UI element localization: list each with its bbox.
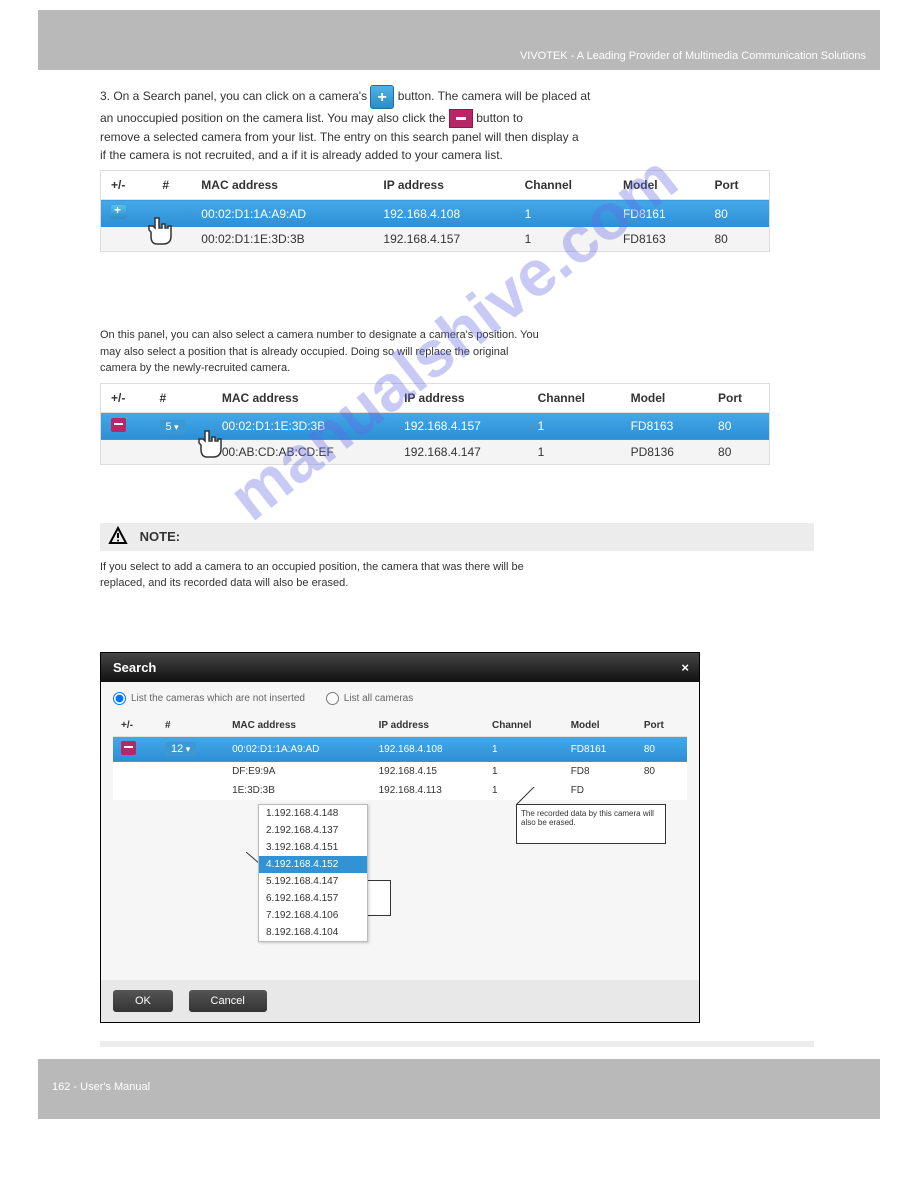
table-row[interactable]: DF:E9:9A192.168.4.151FD880: [113, 762, 687, 781]
table-row[interactable]: 1E:3D:3B192.168.4.1131FD: [113, 781, 687, 800]
col-header: Model: [563, 715, 636, 737]
dropdown-item[interactable]: 4.192.168.4.152: [259, 856, 367, 873]
col-header: +/-: [101, 383, 150, 412]
dialog-footer: OK Cancel: [101, 980, 699, 1022]
col-header: Channel: [484, 715, 563, 737]
callout-erase: The recorded data by this camera will al…: [516, 804, 666, 844]
cancel-button[interactable]: Cancel: [189, 990, 267, 1012]
col-header: +/-: [113, 715, 157, 737]
table-row[interactable]: 00:02:D1:1A:A9:AD192.168.4.1081FD816180: [101, 200, 770, 228]
note-body: If you select to add a camera to an occu…: [100, 559, 818, 592]
header-right: VIVOTEK - A Leading Provider of Multimed…: [520, 50, 866, 62]
radio-all[interactable]: List all cameras: [326, 693, 413, 704]
col-header: Channel: [515, 171, 613, 200]
footer-left: 162 - User's Manual: [52, 1081, 150, 1093]
ok-button[interactable]: OK: [113, 990, 173, 1012]
footer-banner: 162 - User's Manual: [38, 1059, 880, 1119]
top-banner: VIVOTEK - A Leading Provider of Multimed…: [38, 10, 880, 70]
warning-icon: [108, 526, 128, 549]
close-icon[interactable]: ×: [681, 660, 689, 675]
col-header: IP address: [371, 715, 484, 737]
table-row[interactable]: 00:02:D1:1E:3D:3B192.168.4.1571FD816380: [101, 227, 770, 252]
position-chip[interactable]: 5: [160, 420, 185, 434]
paragraph-1: 3. On a Search panel, you can click on a…: [100, 85, 818, 164]
minus-icon: [449, 109, 473, 128]
col-header: Model: [613, 171, 705, 200]
note-title: NOTE:: [140, 529, 180, 544]
note-bar: NOTE:: [100, 523, 814, 551]
dropdown-item[interactable]: 8.192.168.4.104: [259, 924, 367, 941]
col-header: MAC address: [191, 171, 373, 200]
dropdown-item[interactable]: 6.192.168.4.157: [259, 890, 367, 907]
hand-cursor-icon: [140, 212, 182, 252]
dialog-table: +/-#MAC addressIP addressChannelModelPor…: [113, 715, 687, 800]
plus-icon: [370, 85, 394, 109]
position-dropdown[interactable]: 1.192.168.4.1482.192.168.4.1373.192.168.…: [258, 804, 368, 942]
position-chip[interactable]: 12: [165, 742, 196, 756]
col-header: IP address: [373, 171, 514, 200]
dropdown-item[interactable]: 2.192.168.4.137: [259, 822, 367, 839]
minus-icon[interactable]: [111, 418, 126, 432]
table-row[interactable]: 1200:02:D1:1A:A9:AD192.168.4.1081FD81618…: [113, 736, 687, 762]
search-dialog: Search × List the cameras which are not …: [100, 652, 700, 1023]
camera-table-1: +/-#MAC addressIP addressChannelModelPor…: [100, 170, 770, 252]
dialog-titlebar: Search ×: [101, 653, 699, 682]
minus-icon[interactable]: [121, 741, 136, 755]
col-header: MAC address: [224, 715, 371, 737]
dropdown-item[interactable]: 1.192.168.4.148: [259, 805, 367, 822]
hand-cursor-icon: [190, 425, 232, 465]
radio-row: List the cameras which are not inserted …: [113, 692, 687, 705]
col-header: Port: [636, 715, 687, 737]
dropdown-item[interactable]: 3.192.168.4.151: [259, 839, 367, 856]
col-header: #: [157, 715, 224, 737]
col-header: #: [150, 383, 212, 412]
col-header: #: [152, 171, 191, 200]
dropdown-item[interactable]: 7.192.168.4.106: [259, 907, 367, 924]
col-header: Model: [621, 383, 708, 412]
col-header: Channel: [528, 383, 621, 412]
col-header: IP address: [394, 383, 528, 412]
section-separator: [100, 1041, 814, 1047]
col-header: Port: [708, 383, 769, 412]
radio-not-inserted[interactable]: List the cameras which are not inserted: [113, 693, 305, 704]
dropdown-item[interactable]: 5.192.168.4.147: [259, 873, 367, 890]
col-header: MAC address: [212, 383, 394, 412]
col-header: +/-: [101, 171, 153, 200]
paragraph-2: On this panel, you can also select a cam…: [100, 327, 818, 377]
col-header: Port: [704, 171, 769, 200]
plus-icon[interactable]: [111, 205, 126, 219]
